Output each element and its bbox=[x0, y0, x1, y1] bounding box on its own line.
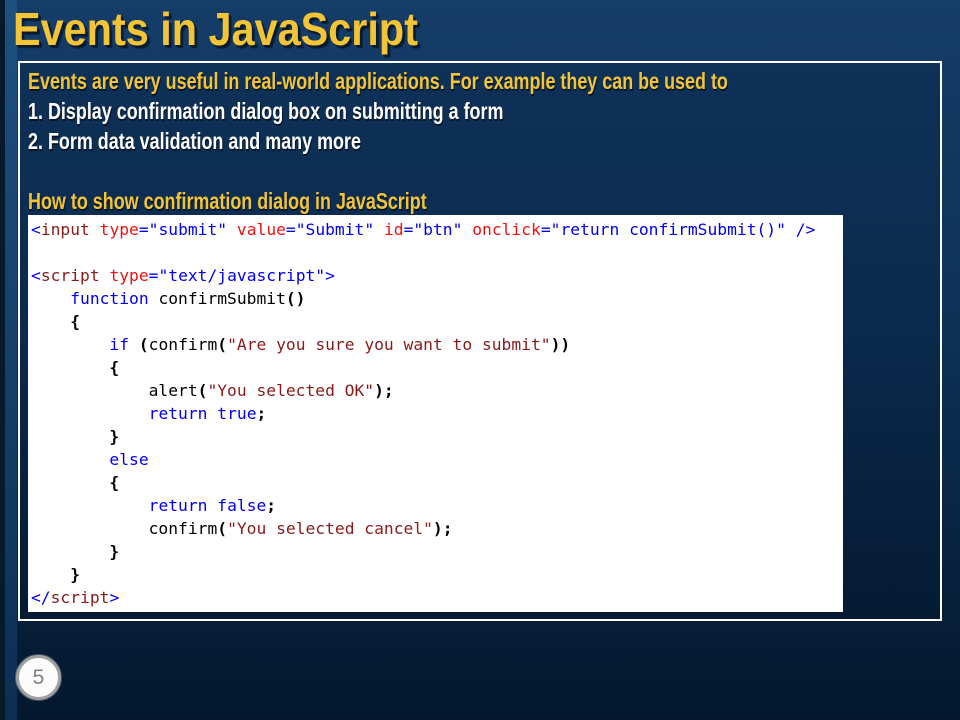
code-line: <input type="submit" value="Submit" id="… bbox=[31, 218, 843, 241]
code-line: </script> bbox=[31, 586, 843, 609]
list-item-2: 2. Form data validation and many more bbox=[28, 126, 932, 156]
body-text: Events are very useful in real-world app… bbox=[20, 63, 940, 216]
code-line: } bbox=[31, 563, 843, 586]
list-item-1: 1. Display confirmation dialog box on su… bbox=[28, 96, 932, 126]
code-line: confirm("You selected cancel"); bbox=[31, 517, 843, 540]
page-number: 5 bbox=[33, 666, 45, 690]
blank-line bbox=[28, 156, 932, 186]
slide-title: Events in JavaScript bbox=[13, 2, 418, 56]
subheading: How to show confirmation dialog in JavaS… bbox=[28, 186, 932, 216]
code-line: function confirmSubmit() bbox=[31, 287, 843, 310]
code-line: return true; bbox=[31, 402, 843, 425]
page-number-badge: 5 bbox=[16, 655, 61, 700]
code-line: alert("You selected OK"); bbox=[31, 379, 843, 402]
code-line: <script type="text/javascript"> bbox=[31, 264, 843, 287]
code-line: if (confirm("Are you sure you want to su… bbox=[31, 333, 843, 356]
slide-left-edge-light bbox=[5, 0, 17, 720]
code-block: <input type="submit" value="Submit" id="… bbox=[28, 215, 843, 612]
slide: { "slide": { "title": "Events in JavaScr… bbox=[0, 0, 960, 720]
code-line: } bbox=[31, 540, 843, 563]
intro-line: Events are very useful in real-world app… bbox=[28, 66, 932, 96]
code-line: { bbox=[31, 471, 843, 494]
code-line: return false; bbox=[31, 494, 843, 517]
code-line: } bbox=[31, 425, 843, 448]
code-line: else bbox=[31, 448, 843, 471]
code-line bbox=[31, 241, 843, 264]
code-line: { bbox=[31, 310, 843, 333]
code-line: { bbox=[31, 356, 843, 379]
